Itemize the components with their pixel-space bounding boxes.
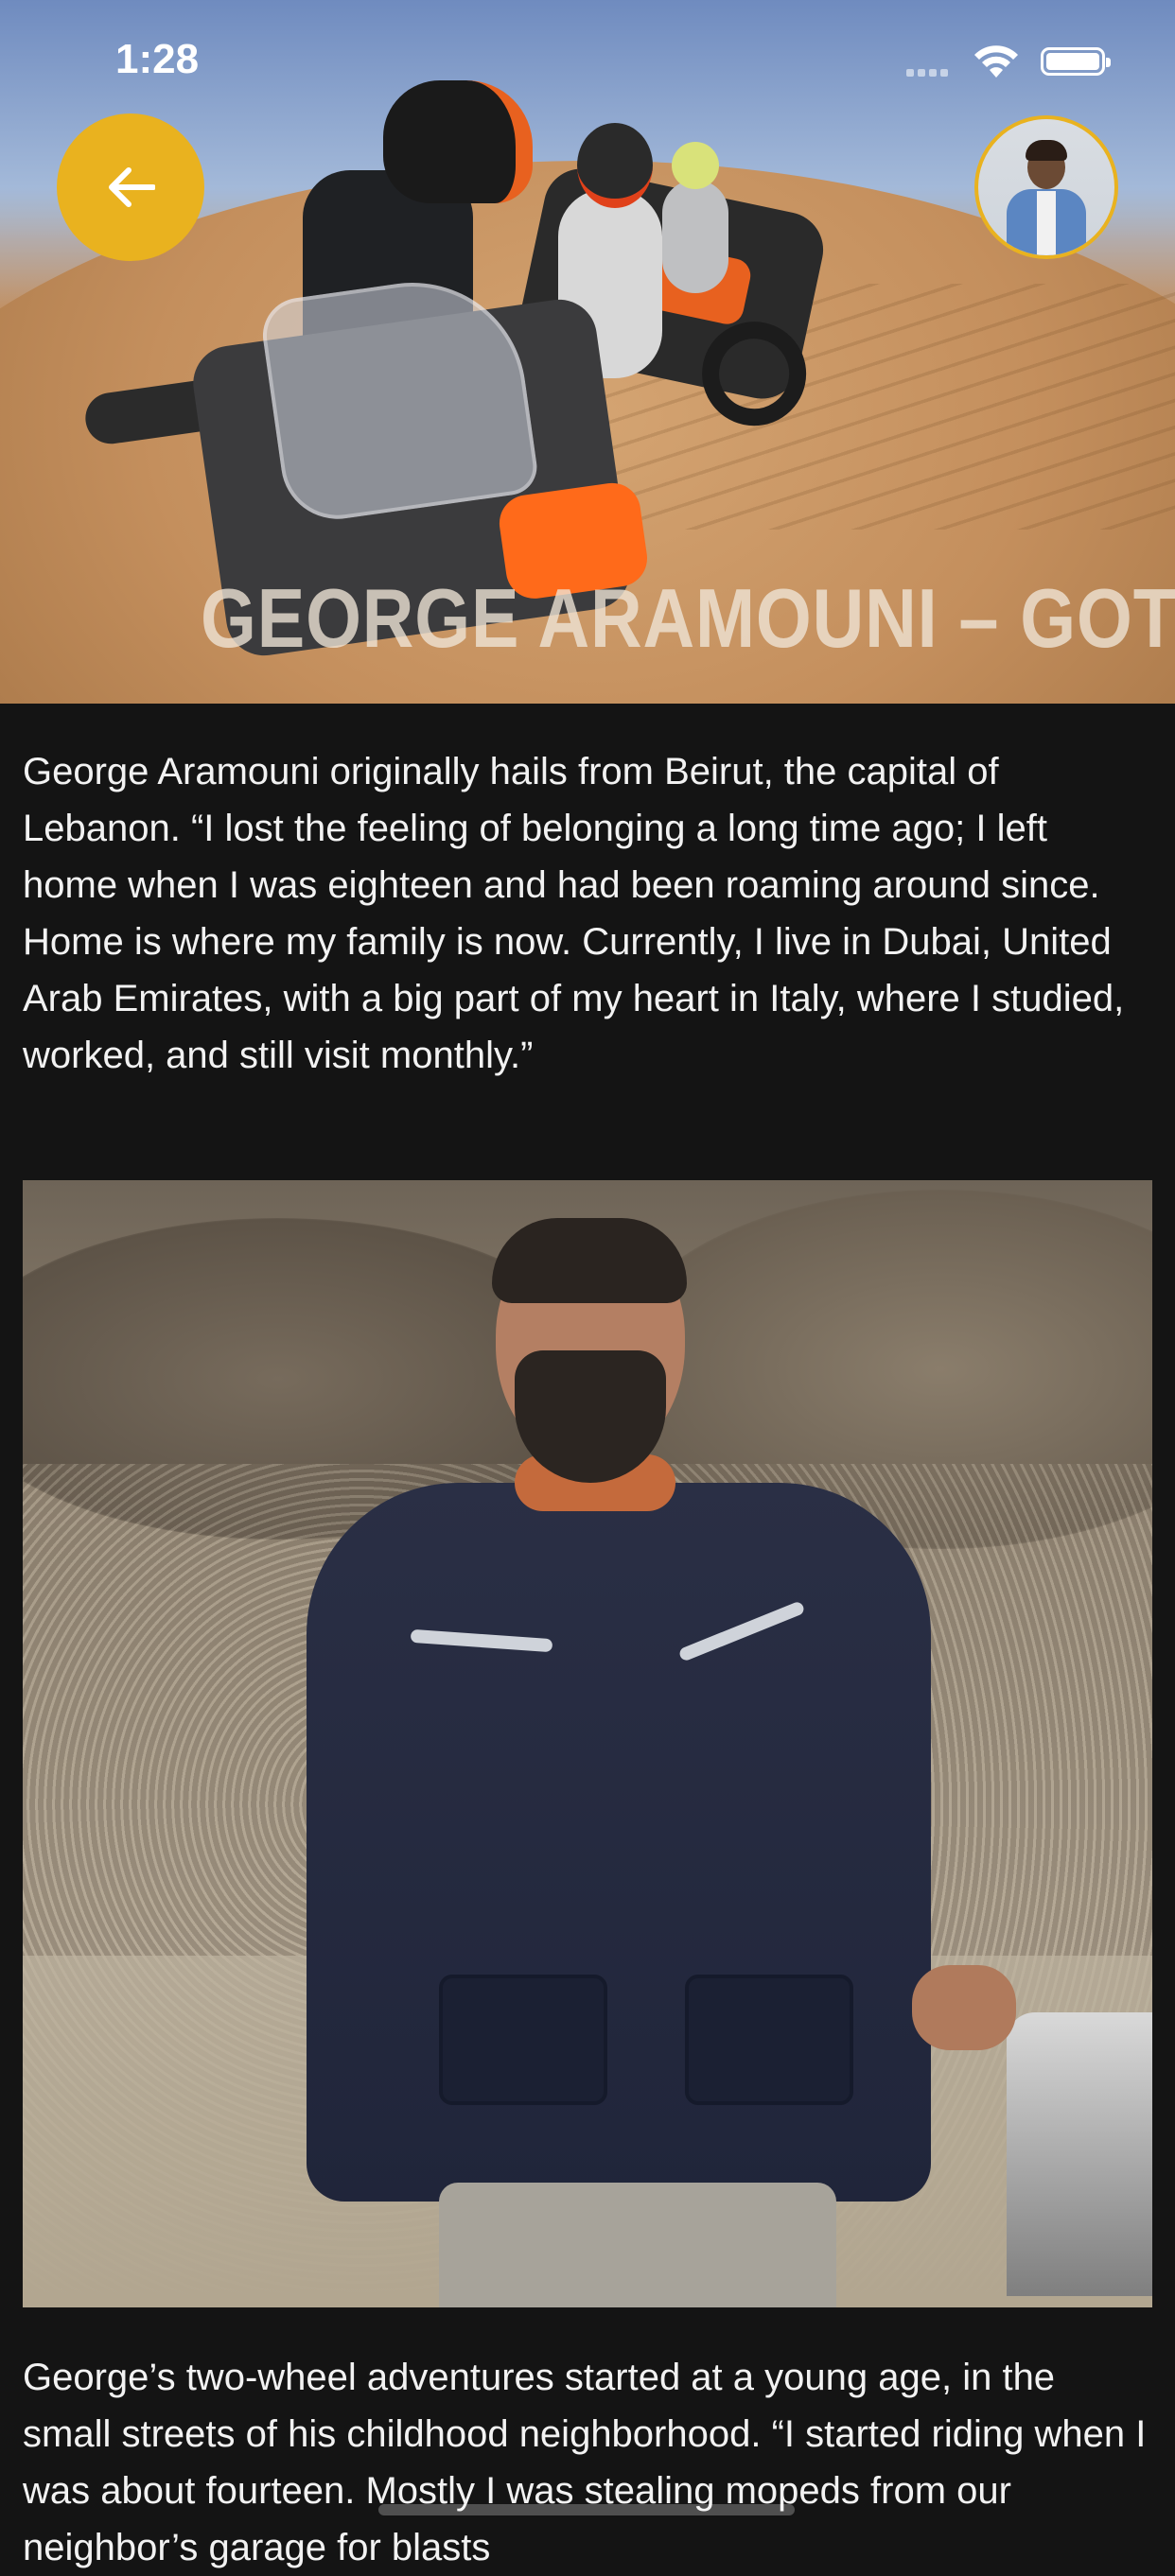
cellular-signal-icon — [906, 64, 952, 81]
hero-caption: GEORGE ARAMOUNI – GOT — [201, 571, 1175, 665]
battery-icon — [1041, 47, 1111, 76]
wifi-icon — [974, 45, 1018, 78]
motorcycle — [1007, 2012, 1152, 2296]
arrow-left-icon — [109, 167, 155, 207]
back-button[interactable] — [57, 113, 204, 261]
rider — [662, 142, 728, 293]
person — [307, 1483, 931, 2202]
user-avatar[interactable] — [974, 115, 1118, 259]
article-photo — [23, 1180, 1152, 2307]
status-time: 1:28 — [115, 36, 200, 82]
hero-image: GEORGE ARAMOUNI – GOT — [0, 0, 1175, 704]
home-indicator[interactable] — [378, 2504, 795, 2515]
article-paragraph: George’s two-wheel adventures started at… — [23, 2357, 1147, 2568]
article-paragraph: George Aramouni originally hails from Be… — [23, 751, 1125, 1076]
